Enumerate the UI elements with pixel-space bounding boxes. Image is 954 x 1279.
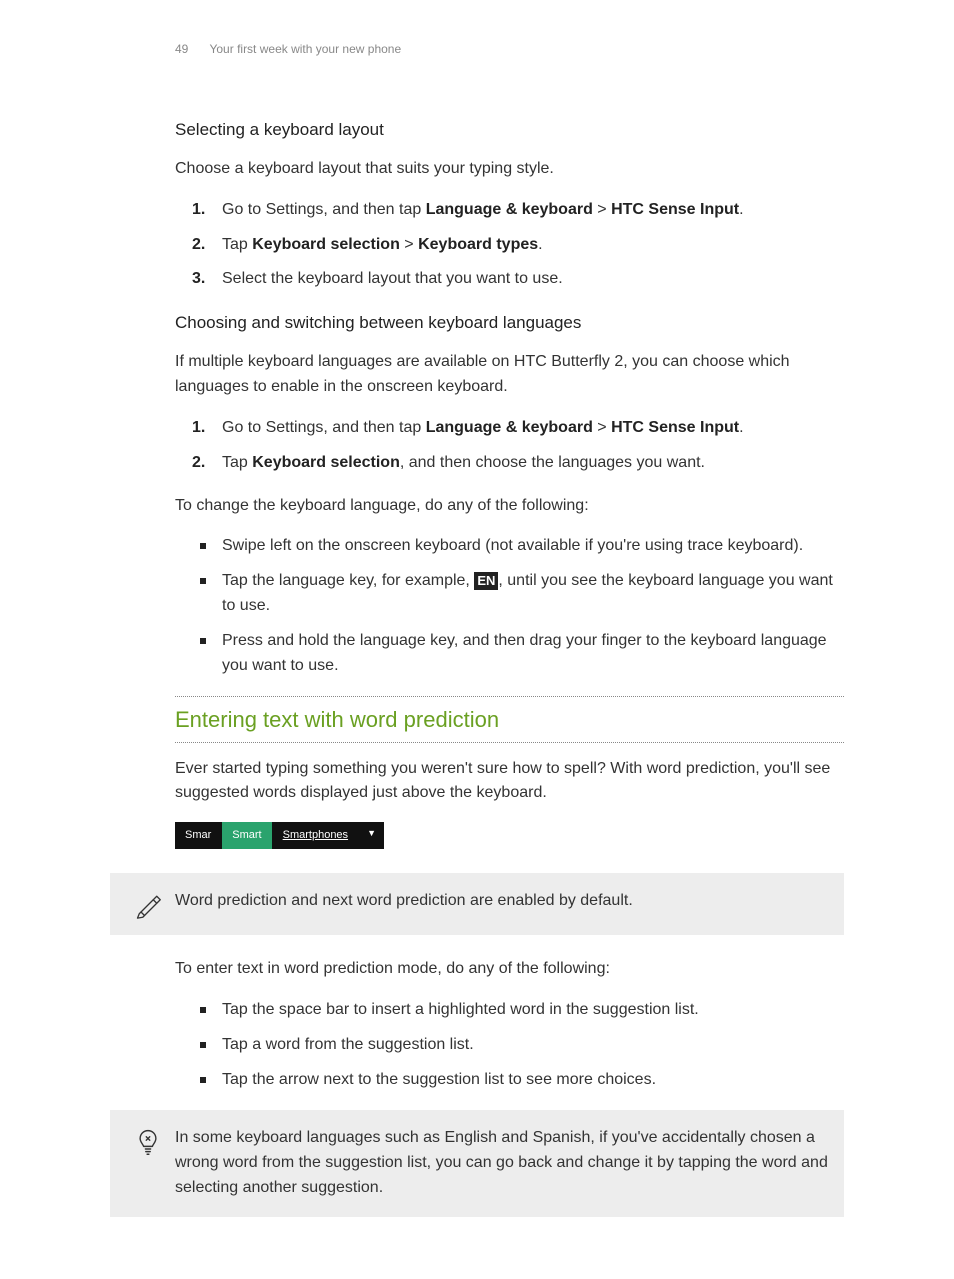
prediction-cell: Smartphones bbox=[273, 822, 359, 849]
ui-path: Keyboard selection bbox=[252, 236, 400, 253]
divider bbox=[175, 742, 844, 743]
paragraph: Choose a keyboard layout that suits your… bbox=[175, 157, 844, 182]
text: Go to Settings, and then tap bbox=[222, 419, 426, 436]
ui-path: HTC Sense Input bbox=[611, 419, 739, 436]
heading-word-prediction: Entering text with word prediction bbox=[175, 703, 844, 737]
text: . bbox=[739, 201, 743, 218]
lightbulb-icon bbox=[120, 1126, 175, 1156]
step-number: 1. bbox=[192, 416, 205, 441]
heading-choosing-languages: Choosing and switching between keyboard … bbox=[175, 310, 844, 336]
step-number: 2. bbox=[192, 451, 205, 476]
list-item: 2. Tap Keyboard selection > Keyboard typ… bbox=[192, 233, 844, 258]
step-number: 2. bbox=[192, 233, 205, 258]
text: > bbox=[400, 236, 418, 253]
list-item: Press and hold the language key, and the… bbox=[192, 629, 844, 679]
prediction-cell-active: Smart bbox=[222, 822, 272, 849]
text: . bbox=[538, 236, 542, 253]
bullet-list: Swipe left on the onscreen keyboard (not… bbox=[192, 534, 844, 678]
paragraph: To enter text in word prediction mode, d… bbox=[175, 957, 844, 982]
ui-path: Keyboard types bbox=[418, 236, 538, 253]
list-item: 2. Tap Keyboard selection, and then choo… bbox=[192, 451, 844, 476]
bullet-list: Tap the space bar to insert a highlighte… bbox=[192, 998, 844, 1092]
text: Press and hold the language key, and the… bbox=[222, 632, 827, 674]
text: Go to Settings, and then tap bbox=[222, 201, 426, 218]
list-item: Tap the language key, for example, EN, u… bbox=[192, 569, 844, 619]
list-item: Tap a word from the suggestion list. bbox=[192, 1033, 844, 1058]
language-key-icon: EN bbox=[474, 572, 498, 590]
chapter-title: Your first week with your new phone bbox=[209, 42, 401, 56]
step-number: 1. bbox=[192, 198, 205, 223]
ui-path: Keyboard selection bbox=[252, 454, 400, 471]
text: Tap bbox=[222, 236, 252, 253]
text: > bbox=[593, 419, 611, 436]
running-header: 49 Your first week with your new phone bbox=[175, 40, 844, 59]
heading-selecting-layout: Selecting a keyboard layout bbox=[175, 117, 844, 143]
list-item: Tap the arrow next to the suggestion lis… bbox=[192, 1068, 844, 1093]
text: Tap the space bar to insert a highlighte… bbox=[222, 1001, 699, 1018]
note-text: Word prediction and next word prediction… bbox=[175, 889, 832, 914]
step-number: 3. bbox=[192, 267, 205, 292]
ui-path: HTC Sense Input bbox=[611, 201, 739, 218]
prediction-cell: Smar bbox=[175, 822, 222, 849]
list-item: 1. Go to Settings, and then tap Language… bbox=[192, 416, 844, 441]
document-page: 49 Your first week with your new phone S… bbox=[0, 0, 954, 1279]
pencil-icon bbox=[120, 889, 175, 919]
list-item: 3. Select the keyboard layout that you w… bbox=[192, 267, 844, 292]
ordered-list: 1. Go to Settings, and then tap Language… bbox=[192, 198, 844, 292]
dropdown-arrow-icon: ▼ bbox=[359, 822, 384, 849]
prediction-bar-illustration: Smar Smart Smartphones ▼ bbox=[175, 822, 384, 849]
text: Tap a word from the suggestion list. bbox=[222, 1036, 474, 1053]
text: Tap the arrow next to the suggestion lis… bbox=[222, 1071, 656, 1088]
text: Tap bbox=[222, 454, 252, 471]
ui-path: Language & keyboard bbox=[426, 201, 593, 218]
tip-callout: In some keyboard languages such as Engli… bbox=[110, 1110, 844, 1216]
tip-text: In some keyboard languages such as Engli… bbox=[175, 1126, 832, 1200]
text: Swipe left on the onscreen keyboard (not… bbox=[222, 537, 803, 554]
text: Select the keyboard layout that you want… bbox=[222, 270, 563, 287]
note-callout: Word prediction and next word prediction… bbox=[110, 873, 844, 935]
ui-path: Language & keyboard bbox=[426, 419, 593, 436]
paragraph: Ever started typing something you weren'… bbox=[175, 757, 844, 807]
page-number: 49 bbox=[175, 42, 188, 56]
ordered-list: 1. Go to Settings, and then tap Language… bbox=[192, 416, 844, 476]
paragraph: If multiple keyboard languages are avail… bbox=[175, 350, 844, 400]
divider bbox=[175, 696, 844, 697]
text: . bbox=[739, 419, 743, 436]
text: > bbox=[593, 201, 611, 218]
list-item: Swipe left on the onscreen keyboard (not… bbox=[192, 534, 844, 559]
paragraph: To change the keyboard language, do any … bbox=[175, 494, 844, 519]
list-item: 1. Go to Settings, and then tap Language… bbox=[192, 198, 844, 223]
list-item: Tap the space bar to insert a highlighte… bbox=[192, 998, 844, 1023]
text: , and then choose the languages you want… bbox=[400, 454, 705, 471]
text: Tap the language key, for example, bbox=[222, 572, 474, 589]
